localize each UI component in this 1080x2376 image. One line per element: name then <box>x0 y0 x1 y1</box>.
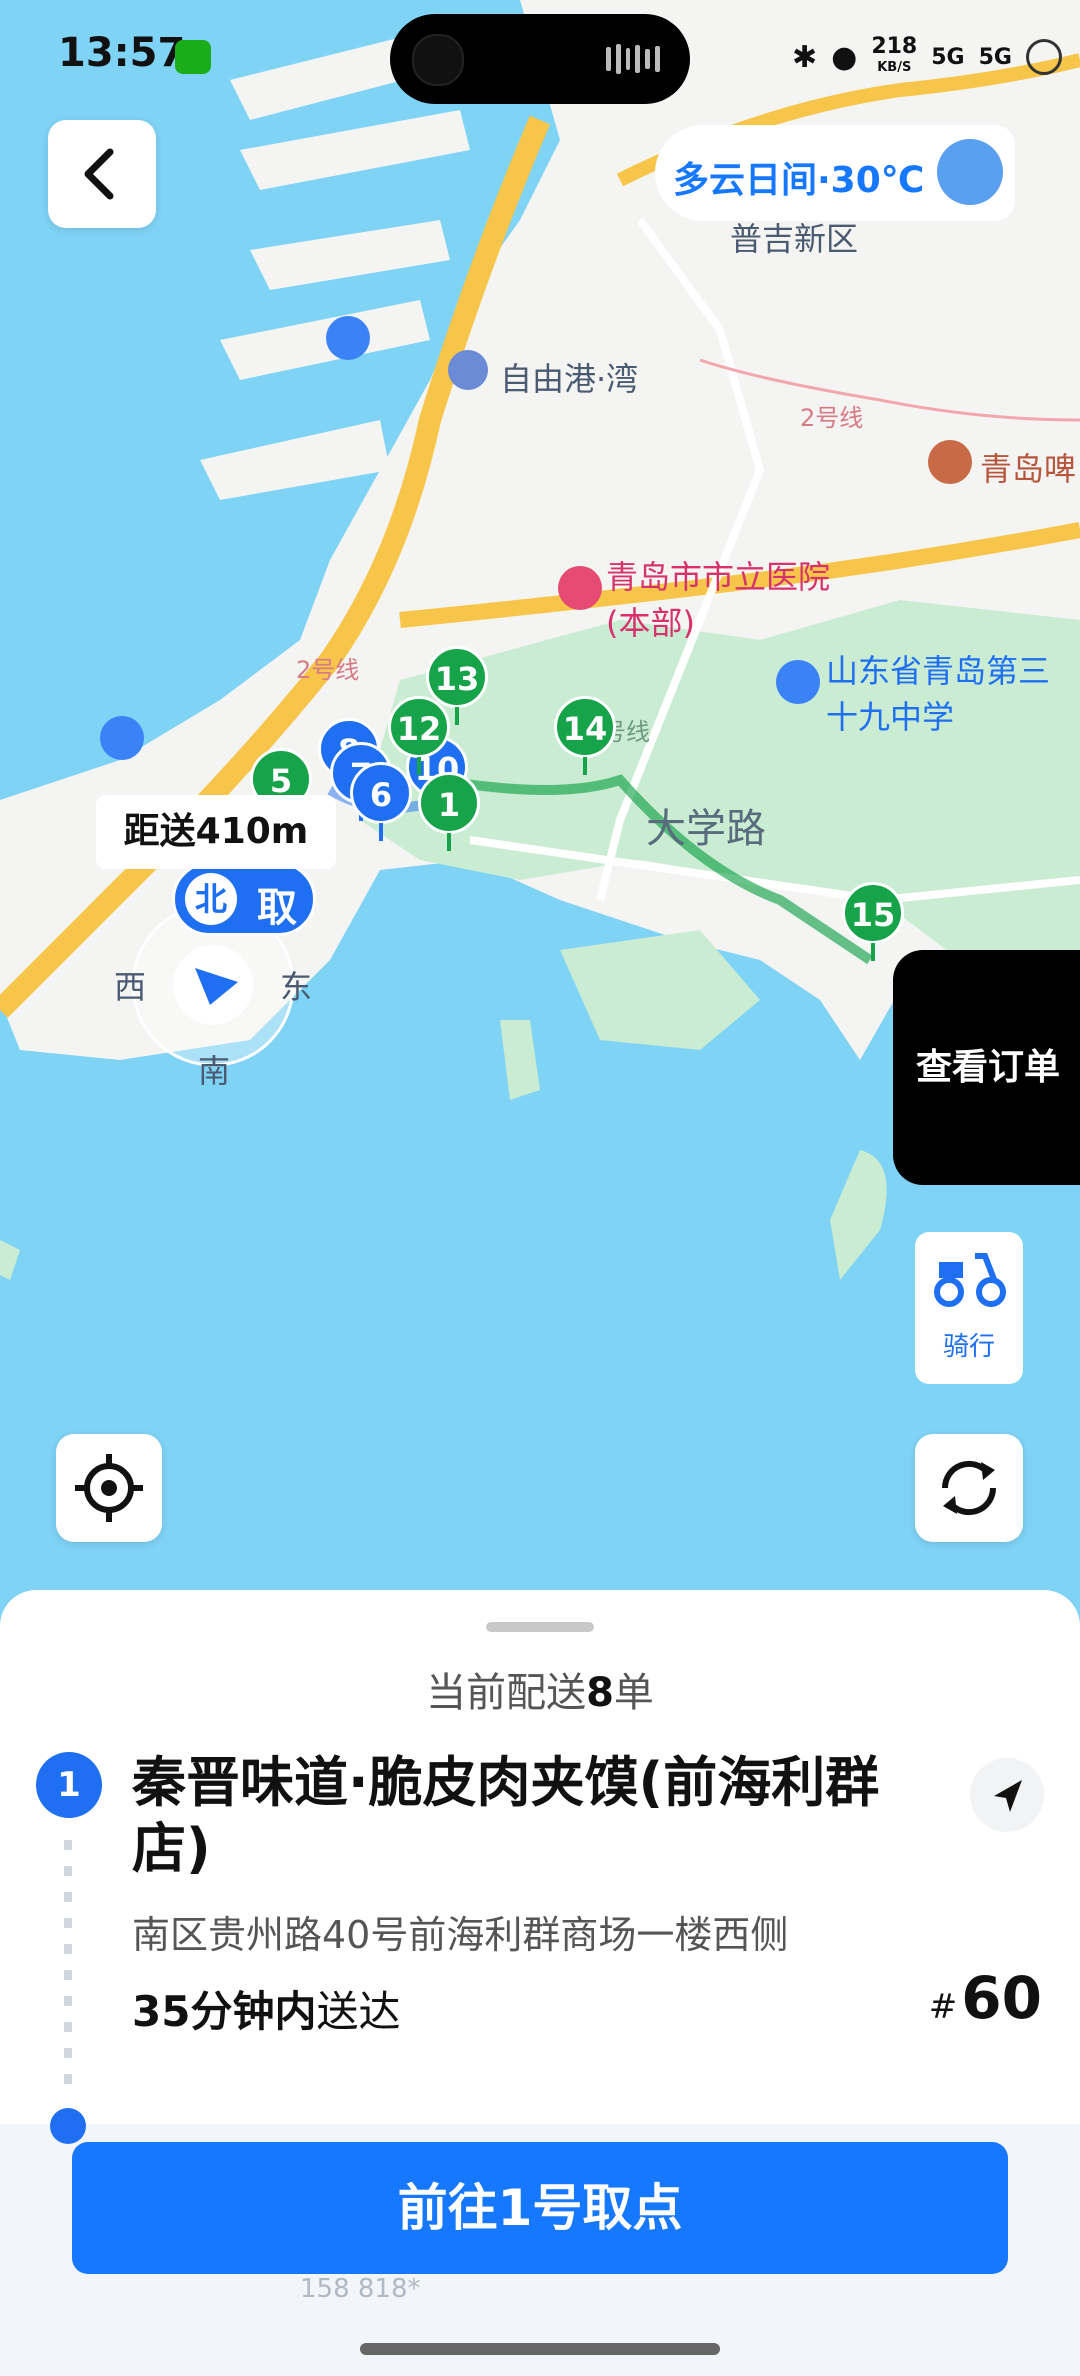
wechat-icon <box>175 40 211 74</box>
back-button[interactable] <box>48 120 156 228</box>
home-indicator[interactable] <box>360 2343 720 2355</box>
refresh-icon <box>941 1460 997 1516</box>
compass-east: 东 <box>280 968 313 1006</box>
bluetooth-icon: ✱ <box>791 39 818 75</box>
order-pin[interactable]: 12 <box>388 696 450 775</box>
step-badge-next <box>50 2108 86 2144</box>
anchor-icon[interactable] <box>100 716 144 760</box>
distance-tooltip: 距送410m <box>96 795 336 869</box>
school-icon[interactable] <box>776 660 820 704</box>
ride-mode-button[interactable]: 骑行 <box>915 1232 1023 1384</box>
crosshair-icon <box>75 1454 143 1522</box>
camera-icon <box>412 34 464 86</box>
pickup-marker[interactable]: 北 取 <box>172 862 316 936</box>
weather-badge[interactable]: 多云日间·30℃ <box>655 125 1015 221</box>
map-label-road: 大学路 <box>646 806 766 852</box>
ride-mode-label: 骑行 <box>942 1332 995 1362</box>
map-label-line2-b: 2号线 <box>296 656 360 684</box>
signal-5g-1: 5G <box>931 44 965 70</box>
delivery-count: 当前配送8单 <box>0 1660 1080 1718</box>
count-value: 8 <box>586 1670 614 1716</box>
order-pin[interactable]: 15 <box>842 882 904 961</box>
compass-west: 西 <box>114 968 147 1006</box>
net-speed: 218 KB/S <box>871 35 917 77</box>
pickup-label: 取 <box>257 885 297 931</box>
order-hash: # <box>928 1987 958 2027</box>
navigate-button[interactable] <box>970 1758 1044 1832</box>
map-label-school: 山东省青岛第三十九中学 <box>826 652 1051 736</box>
shop-address: 南区贵州路40号前海利群商场一楼西侧 <box>132 1913 789 1957</box>
count-suffix: 单 <box>613 1670 654 1716</box>
ghost-phone-text: 158 818* <box>300 2274 421 2304</box>
map-label-line2-a: 2号线 <box>800 404 864 432</box>
locate-button[interactable] <box>56 1434 162 1542</box>
battery-icon <box>1026 39 1062 75</box>
chevron-left-icon <box>84 148 114 200</box>
delivery-eta: 35分钟内送达 <box>132 1978 400 2039</box>
map-view[interactable]: 普吉新区 自由港·湾 青岛市市立医院(本部) 山东省青岛第三十九中学 青岛啤 大… <box>0 0 1080 1640</box>
status-time: 13:57 <box>58 30 186 76</box>
audio-wave-icon <box>606 44 660 74</box>
scooter-icon <box>934 1253 1006 1307</box>
go-to-pickup-button[interactable]: 前往1号取点 <box>72 2142 1008 2274</box>
step-connector <box>64 1840 72 2100</box>
net-speed-unit: KB/S <box>877 59 912 75</box>
order-number: #60 <box>929 1964 1042 2032</box>
landmark-icon[interactable] <box>448 350 488 390</box>
location-icon: ● <box>831 39 858 75</box>
hospital-icon[interactable] <box>558 566 602 610</box>
order-pin[interactable]: 14 <box>554 696 616 775</box>
net-speed-value: 218 <box>871 33 918 59</box>
step-badge: 1 <box>36 1752 102 1818</box>
map-label-free-port: 自由港·湾 <box>500 360 639 398</box>
navigation-arrow-icon <box>994 1780 1022 1812</box>
refresh-button[interactable] <box>915 1434 1023 1542</box>
eta-bold: 35分钟内 <box>132 1987 317 2036</box>
weather-label: 多云日间·30℃ <box>673 160 925 201</box>
count-prefix: 当前配送 <box>426 1670 587 1716</box>
museum-icon[interactable] <box>928 440 972 484</box>
order-pin[interactable]: 1 <box>418 772 480 851</box>
order-number-value: 60 <box>961 1964 1042 2032</box>
mascot-icon <box>937 139 1003 205</box>
shop-name[interactable]: 秦晋味道·脆皮肉夹馍(前海利群店) <box>132 1750 912 1882</box>
order-pin[interactable]: 6 <box>350 762 412 841</box>
map-label-museum: 青岛啤 <box>980 450 1077 488</box>
compass-south: 南 <box>198 1052 231 1090</box>
status-icons: ✱ ● 218 KB/S 5G 5G <box>792 32 1062 82</box>
anchor-icon[interactable] <box>326 316 370 360</box>
sheet-handle[interactable] <box>486 1622 594 1632</box>
view-order-button[interactable]: 查看订单 <box>893 950 1080 1185</box>
order-pin[interactable]: 13 <box>426 646 488 725</box>
compass-north: 北 <box>185 873 237 925</box>
dynamic-island <box>390 14 690 104</box>
signal-5g-2: 5G <box>978 44 1012 70</box>
eta-rest: 送达 <box>316 1987 401 2036</box>
status-bar: 13:57 ✱ ● 218 KB/S 5G 5G <box>0 0 1080 120</box>
map-label-hospital: 青岛市市立医院(本部) <box>606 558 831 642</box>
